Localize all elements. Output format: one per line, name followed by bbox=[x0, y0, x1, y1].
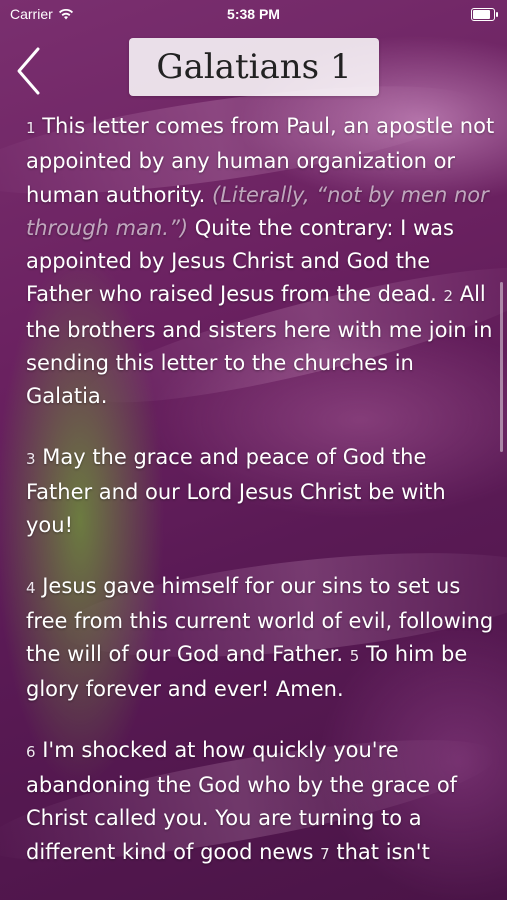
paragraph: 1 This letter comes from Paul, an apostl… bbox=[26, 110, 496, 414]
paragraph: 6 I'm shocked at how quickly you're aban… bbox=[26, 734, 496, 871]
paragraph: 4 Jesus gave himself for our sins to set… bbox=[26, 570, 496, 707]
verse-number: 2 bbox=[443, 287, 454, 306]
status-bar: Carrier 5:38 PM bbox=[0, 0, 507, 30]
verse-number: 4 bbox=[26, 578, 36, 597]
verse-number: 6 bbox=[26, 742, 36, 761]
scrollbar[interactable] bbox=[500, 282, 503, 452]
back-button[interactable] bbox=[14, 46, 44, 96]
status-time: 5:38 PM bbox=[227, 6, 280, 22]
verse-number: 5 bbox=[349, 647, 360, 666]
verse-text: May the grace and peace of God the Fathe… bbox=[26, 444, 446, 538]
chevron-left-icon bbox=[17, 47, 40, 95]
passage-text: 1 This letter comes from Paul, an apostl… bbox=[26, 110, 496, 898]
chapter-title: Galatians 1 bbox=[129, 38, 379, 96]
verse-number: 7 bbox=[320, 844, 330, 863]
verse-number: 1 bbox=[26, 119, 36, 137]
verse-text: that isn't bbox=[336, 839, 430, 864]
verse-number: 3 bbox=[26, 449, 36, 468]
paragraph: 3 May the grace and peace of God the Fat… bbox=[26, 441, 496, 543]
chapter-title-text: Galatians 1 bbox=[156, 47, 352, 87]
battery-icon bbox=[471, 8, 498, 21]
